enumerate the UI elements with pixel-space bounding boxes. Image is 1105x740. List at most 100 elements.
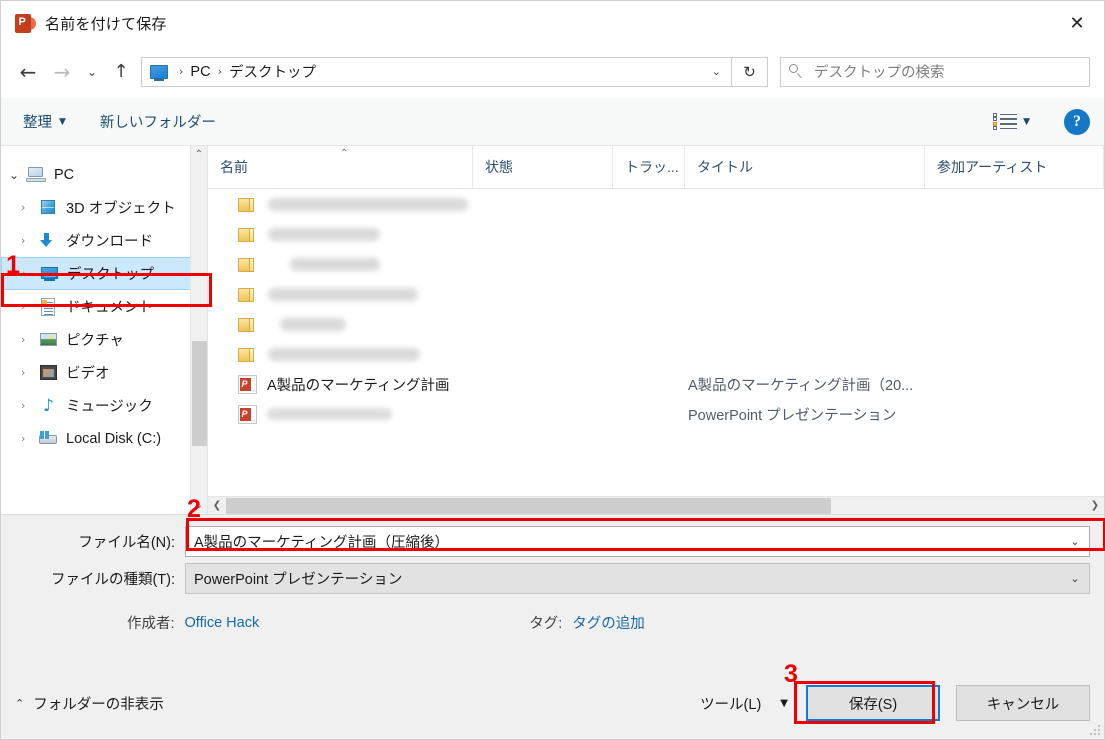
table-row[interactable] <box>208 339 1104 369</box>
tags-label: タグ: <box>529 612 562 633</box>
scroll-up-icon[interactable]: ⌃ <box>191 146 207 163</box>
sidebar-item-videos[interactable]: › ビデオ <box>1 356 207 389</box>
column-label: 状態 <box>485 157 513 177</box>
sidebar-item-pictures[interactable]: › ピクチャ <box>1 323 207 356</box>
filename-value: A製品のマーケティング計画（圧縮後） <box>194 531 449 552</box>
blurred-file-name <box>280 318 346 331</box>
new-folder-button[interactable]: 新しいフォルダー <box>100 111 216 132</box>
search-placeholder: デスクトップの検索 <box>814 61 945 82</box>
column-headers: ⌃ 名前 状態 トラッ... タイトル 参加アーティスト <box>208 146 1104 189</box>
chevron-down-icon[interactable]: ⌄ <box>712 65 721 78</box>
folder-icon <box>238 286 258 303</box>
forward-button[interactable]: → <box>45 54 79 90</box>
powerpoint-icon: P <box>15 13 36 34</box>
sidebar-item-music[interactable]: › ♪ ミュージック <box>1 389 207 422</box>
picture-icon <box>38 331 59 349</box>
column-header-name[interactable]: ⌃ 名前 <box>208 146 473 188</box>
chevron-right-icon[interactable]: › <box>21 300 38 313</box>
organize-button[interactable]: 整理 ▼ <box>23 111 66 132</box>
filetype-row: ファイルの種類(T): PowerPoint プレゼンテーション ⌄ <box>1 563 1104 594</box>
chevron-right-icon[interactable]: › <box>21 399 38 412</box>
sidebar-item-3d-objects[interactable]: › 3D オブジェクト <box>1 191 207 224</box>
sidebar-item-label: ドキュメント <box>66 296 153 317</box>
column-header-state[interactable]: 状態 <box>473 146 613 188</box>
view-options-chevron-down-icon[interactable]: ▼ <box>1023 117 1030 127</box>
filename-row: ファイル名(N): A製品のマーケティング計画（圧縮後） ⌄ <box>1 526 1104 557</box>
filetype-select[interactable]: PowerPoint プレゼンテーション ⌄ <box>185 563 1090 594</box>
up-button[interactable]: ↑ <box>105 54 137 90</box>
sidebar-item-local-disk[interactable]: › Local Disk (C:) <box>1 422 207 455</box>
table-row[interactable]: P PowerPoint プレゼンテーション <box>208 399 1104 429</box>
table-row[interactable] <box>208 249 1104 279</box>
blurred-file-name <box>268 348 420 361</box>
tools-button[interactable]: ツール(L) ▼ <box>700 693 788 714</box>
breadcrumb[interactable]: › PC › デスクトップ ⌄ <box>141 57 732 87</box>
save-form: ファイル名(N): A製品のマーケティング計画（圧縮後） ⌄ ファイルの種類(T… <box>1 514 1104 739</box>
sidebar-item-pc[interactable]: ⌄ PC <box>1 158 207 191</box>
sidebar-item-downloads[interactable]: › ダウンロード <box>1 224 207 257</box>
table-row[interactable] <box>208 219 1104 249</box>
chevron-down-icon[interactable]: ⌄ <box>1061 527 1089 556</box>
table-row[interactable]: P A製品のマーケティング計画 A製品のマーケティング計画（20... <box>208 369 1104 399</box>
breadcrumb-item-desktop[interactable]: デスクトップ <box>229 61 316 82</box>
chevron-right-icon[interactable]: › <box>21 333 38 346</box>
chevron-down-icon[interactable]: ⌄ <box>1061 564 1089 593</box>
author-value[interactable]: Office Hack <box>185 615 260 631</box>
hide-folders-toggle[interactable]: ⌃ フォルダーの非表示 <box>15 693 164 714</box>
blurred-file-name <box>268 198 468 211</box>
sidebar-item-documents[interactable]: › ドキュメント <box>1 290 207 323</box>
table-row[interactable] <box>208 189 1104 219</box>
recent-locations-button[interactable]: ⌄ <box>79 54 105 90</box>
folder-icon <box>238 346 258 363</box>
dialog-footer: ⌃ フォルダーの非表示 ツール(L) ▼ 保存(S) キャンセル <box>1 685 1104 721</box>
cancel-button[interactable]: キャンセル <box>956 685 1090 721</box>
sidebar-item-label: デスクトップ <box>67 263 154 284</box>
table-row[interactable] <box>208 279 1104 309</box>
scroll-right-icon[interactable]: ❯ <box>1086 497 1104 515</box>
chevron-right-icon[interactable]: › <box>21 234 38 247</box>
scrollbar-thumb[interactable] <box>226 498 831 514</box>
scrollbar-thumb[interactable] <box>192 341 207 446</box>
metadata-row: 作成者: Office Hack タグ: タグの追加 <box>1 612 1104 633</box>
help-icon[interactable]: ? <box>1064 109 1090 135</box>
search-input[interactable]: デスクトップの検索 <box>780 57 1090 87</box>
add-tag-link[interactable]: タグの追加 <box>572 612 645 633</box>
folder-icon <box>238 316 258 333</box>
folder-icon <box>238 196 258 213</box>
refresh-icon[interactable]: ↻ <box>732 57 768 87</box>
close-icon[interactable]: ✕ <box>1050 1 1104 45</box>
annotation-number-1: 1 <box>6 253 20 278</box>
download-icon <box>38 232 59 250</box>
chevron-right-icon[interactable]: › <box>21 366 38 379</box>
sidebar-item-label: ビデオ <box>66 362 110 383</box>
chevron-right-icon[interactable]: › <box>21 432 38 445</box>
sidebar-scrollbar[interactable]: ⌃ ⌄ <box>190 146 207 514</box>
chevron-right-icon[interactable]: › <box>21 201 38 214</box>
file-title: A製品のマーケティング計画（20... <box>688 374 913 395</box>
column-label: トラッ... <box>625 157 679 177</box>
column-header-track[interactable]: トラッ... <box>613 146 685 188</box>
column-header-title[interactable]: タイトル <box>685 146 925 188</box>
filename-input[interactable]: A製品のマーケティング計画（圧縮後） ⌄ <box>185 526 1090 557</box>
blurred-file-name <box>268 228 380 241</box>
back-button[interactable]: ← <box>11 54 45 90</box>
sidebar-item-desktop[interactable]: › デスクトップ <box>1 257 207 290</box>
filetype-value: PowerPoint プレゼンテーション <box>194 568 402 589</box>
hide-folders-label: フォルダーの非表示 <box>33 693 164 714</box>
navigation-tree: ⌄ PC › 3D オブジェクト › ダウンロード › デスクトップ › <box>1 146 208 514</box>
column-header-artist[interactable]: 参加アーティスト <box>925 146 1104 188</box>
chevron-down-icon[interactable]: ⌄ <box>9 168 26 182</box>
dialog-body: ⌄ PC › 3D オブジェクト › ダウンロード › デスクトップ › <box>1 146 1104 514</box>
blurred-file-name <box>267 408 392 420</box>
scroll-left-icon[interactable]: ❮ <box>208 497 226 515</box>
file-list[interactable]: P A製品のマーケティング計画 A製品のマーケティング計画（20... P Po… <box>208 189 1104 496</box>
chevron-right-icon[interactable]: › <box>22 267 39 280</box>
resize-grip[interactable] <box>1090 725 1101 736</box>
chevron-down-icon: ▼ <box>780 698 788 709</box>
save-button[interactable]: 保存(S) <box>806 685 940 721</box>
horizontal-scrollbar[interactable]: ❮ ❯ <box>208 496 1104 514</box>
breadcrumb-item-pc[interactable]: PC <box>190 64 210 80</box>
table-row[interactable] <box>208 309 1104 339</box>
view-options-icon[interactable] <box>993 113 1017 131</box>
sort-ascending-icon: ⌃ <box>340 148 348 159</box>
